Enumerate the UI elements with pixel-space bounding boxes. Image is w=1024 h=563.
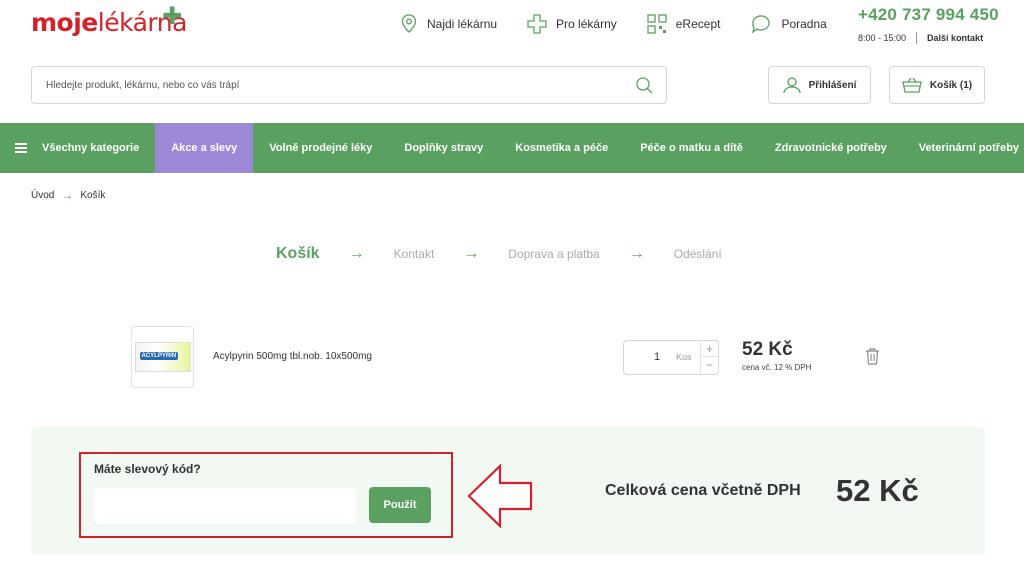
site-logo[interactable]: mojelékárna ✚ — [31, 2, 187, 37]
checkout-steps: Košík → Kontakt → Doprava a platba → Ode… — [276, 245, 722, 263]
product-box-image: ACYLPYRIN — [134, 342, 191, 372]
hours-text: 8:00 - 15:00 — [858, 33, 907, 43]
nav-label: Pro lékárny — [556, 17, 617, 31]
category-pece-o-matku-a-dite[interactable]: Péče o matku a dítě — [624, 123, 759, 173]
apply-discount-button[interactable]: Použít — [369, 487, 431, 523]
quantity-value[interactable]: 1 — [654, 351, 660, 363]
quantity-stepper[interactable]: 1 Kus + − — [623, 340, 719, 375]
item-price: 52 Kč — [742, 339, 793, 360]
opening-hours: 8:00 - 15:00 Další kontakt — [858, 32, 983, 44]
hamburger-menu-icon — [15, 141, 27, 155]
nav-label: eRecept — [675, 17, 721, 31]
category-label: Všechny kategorie — [42, 142, 140, 154]
step-odeslani: Odeslání — [673, 247, 722, 261]
quantity-unit: Kus — [676, 352, 692, 362]
arrow-left-icon — [467, 463, 533, 529]
step-kosik: Košík — [276, 245, 320, 262]
item-price-note: cena vč. 12 % DPH — [742, 363, 812, 372]
pharmacy-cross-icon — [527, 14, 547, 34]
nav-label: Najdi lékárnu — [427, 17, 498, 31]
logo-plus-icon: ✚ — [162, 2, 182, 30]
breadcrumb-home-link[interactable]: Úvod — [31, 190, 54, 201]
breadcrumb: Úvod → Košík — [31, 188, 105, 202]
search-placeholder: Hledejte produkt, lékárnu, nebo co vás t… — [46, 79, 240, 91]
quantity-controls: + − — [700, 341, 718, 374]
cart-button[interactable]: Košík (1) — [889, 66, 985, 104]
step-kontakt: Kontakt — [393, 247, 435, 261]
nav-label: Poradna — [781, 17, 827, 31]
nav-poradna[interactable]: Poradna — [750, 14, 827, 34]
contact-phone[interactable]: +420 737 994 450 — [858, 5, 999, 25]
location-pin-icon — [401, 14, 417, 33]
category-akce-a-slevy[interactable]: Akce a slevy — [155, 123, 254, 173]
category-bar: Všechny kategorie Akce a slevy Volně pro… — [0, 123, 1024, 173]
total-label: Celková cena včetně DPH — [605, 482, 801, 499]
search-input[interactable]: Hledejte produkt, lékárnu, nebo co vás t… — [31, 66, 667, 104]
arrow-right-icon: → — [628, 245, 645, 262]
logo-text-moje: moje — [31, 8, 98, 37]
basket-icon — [902, 77, 922, 93]
breadcrumb-current: Košík — [80, 189, 106, 201]
product-image[interactable]: ACYLPYRIN — [131, 326, 194, 388]
cart-label: Košík (1) — [929, 79, 973, 91]
login-label: Přihlášení — [808, 79, 857, 91]
top-navigation: Najdi lékárnu Pro lékárny eRecept Poradn… — [400, 14, 857, 34]
total-price: 52 Kč — [836, 473, 919, 508]
trash-icon[interactable] — [865, 348, 880, 365]
category-veterinarni-potreby[interactable]: Veterinární potřeby — [903, 123, 1024, 173]
arrow-right-icon: → — [61, 188, 74, 202]
step-doprava-a-platba: Doprava a platba — [508, 247, 600, 261]
all-categories-button[interactable]: Všechny kategorie — [0, 123, 155, 173]
minus-icon[interactable]: − — [701, 357, 718, 373]
category-zdravotnicke-potreby[interactable]: Zdravotnické potřeby — [759, 123, 903, 173]
login-button[interactable]: Přihlášení — [768, 66, 871, 104]
divider — [916, 32, 918, 44]
nav-find-pharmacy[interactable]: Najdi lékárnu — [400, 14, 497, 34]
category-kosmetika-a-pece[interactable]: Kosmetika a péče — [499, 123, 624, 173]
qr-code-icon — [647, 14, 667, 34]
arrow-right-icon: → — [348, 245, 365, 262]
user-icon — [782, 77, 801, 94]
product-name[interactable]: Acylpyrin 500mg tbl.nob. 10x500mg — [213, 351, 372, 362]
category-doplnky-stravy[interactable]: Doplňky stravy — [388, 123, 499, 173]
search-icon[interactable] — [635, 76, 654, 95]
nav-erecept[interactable]: eRecept — [647, 14, 721, 34]
nav-for-pharmacies[interactable]: Pro lékárny — [527, 14, 617, 34]
more-contact-link[interactable]: Další kontakt — [927, 33, 983, 43]
arrow-right-icon: → — [463, 245, 480, 262]
discount-code-input[interactable] — [94, 488, 356, 524]
plus-icon[interactable]: + — [701, 341, 718, 357]
chat-bubble-icon — [752, 15, 771, 34]
category-volne-prodejne-leky[interactable]: Volně prodejné léky — [253, 123, 388, 173]
product-brand-label: ACYLPYRIN — [139, 352, 179, 360]
discount-label: Máte slevový kód? — [94, 462, 201, 476]
